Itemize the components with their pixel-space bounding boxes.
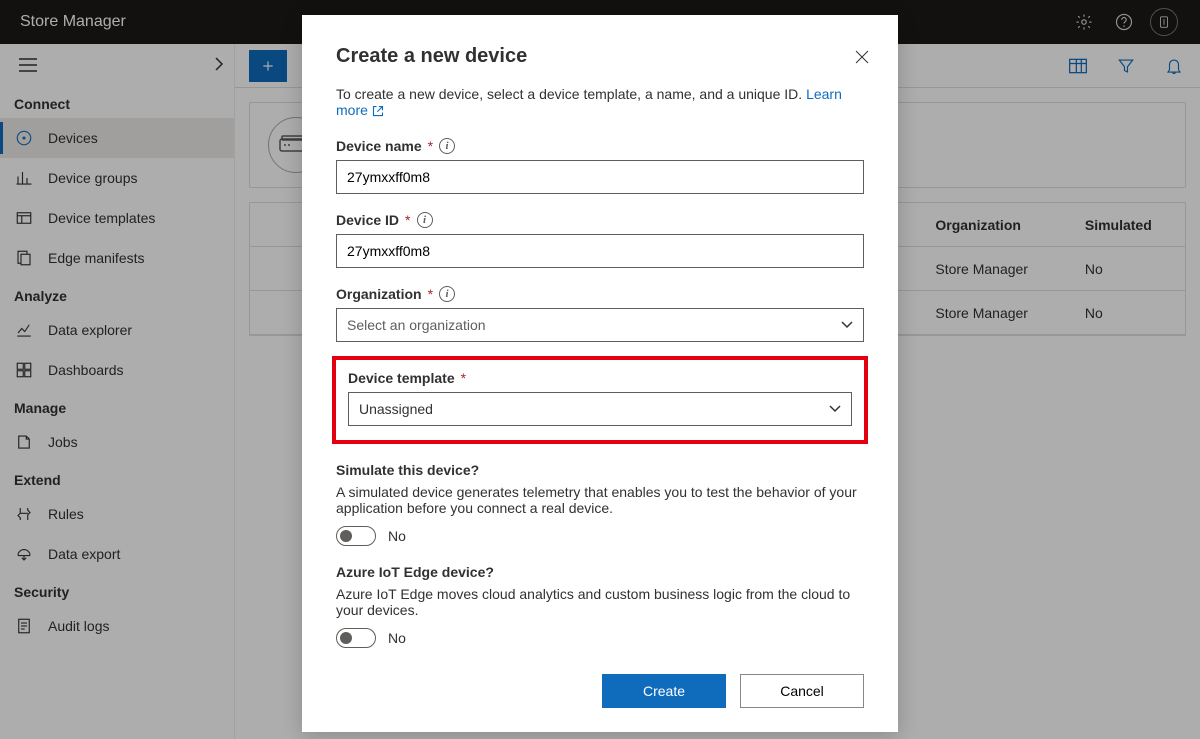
edge-desc: Azure IoT Edge moves cloud analytics and…: [336, 586, 864, 618]
info-icon[interactable]: i: [439, 138, 455, 154]
create-button[interactable]: Create: [602, 674, 726, 708]
chevron-down-icon: [829, 405, 841, 413]
organization-label: Organization * i: [336, 286, 864, 302]
device-template-label: Device template *: [348, 370, 852, 386]
simulate-toggle[interactable]: [336, 526, 376, 546]
dialog-close-button[interactable]: [850, 45, 874, 69]
organization-select[interactable]: Select an organization: [336, 308, 864, 342]
create-device-dialog: Create a new device To create a new devi…: [302, 15, 898, 732]
device-template-select[interactable]: Unassigned: [348, 392, 852, 426]
simulate-title: Simulate this device?: [336, 462, 864, 478]
device-template-value: Unassigned: [359, 401, 433, 417]
external-link-icon: [372, 105, 384, 117]
organization-placeholder: Select an organization: [347, 317, 486, 333]
simulate-desc: A simulated device generates telemetry t…: [336, 484, 864, 516]
dialog-intro: To create a new device, select a device …: [336, 86, 864, 118]
device-name-input[interactable]: [336, 160, 864, 194]
device-name-label: Device name * i: [336, 138, 864, 154]
device-id-input[interactable]: [336, 234, 864, 268]
device-id-label: Device ID * i: [336, 212, 864, 228]
edge-value: No: [388, 630, 406, 646]
device-template-highlight: Device template * Unassigned: [332, 356, 868, 444]
simulate-value: No: [388, 528, 406, 544]
cancel-button[interactable]: Cancel: [740, 674, 864, 708]
edge-title: Azure IoT Edge device?: [336, 564, 864, 580]
dialog-title: Create a new device: [336, 45, 864, 68]
edge-toggle[interactable]: [336, 628, 376, 648]
close-icon: [855, 50, 869, 64]
info-icon[interactable]: i: [439, 286, 455, 302]
chevron-down-icon: [841, 321, 853, 329]
info-icon[interactable]: i: [417, 212, 433, 228]
